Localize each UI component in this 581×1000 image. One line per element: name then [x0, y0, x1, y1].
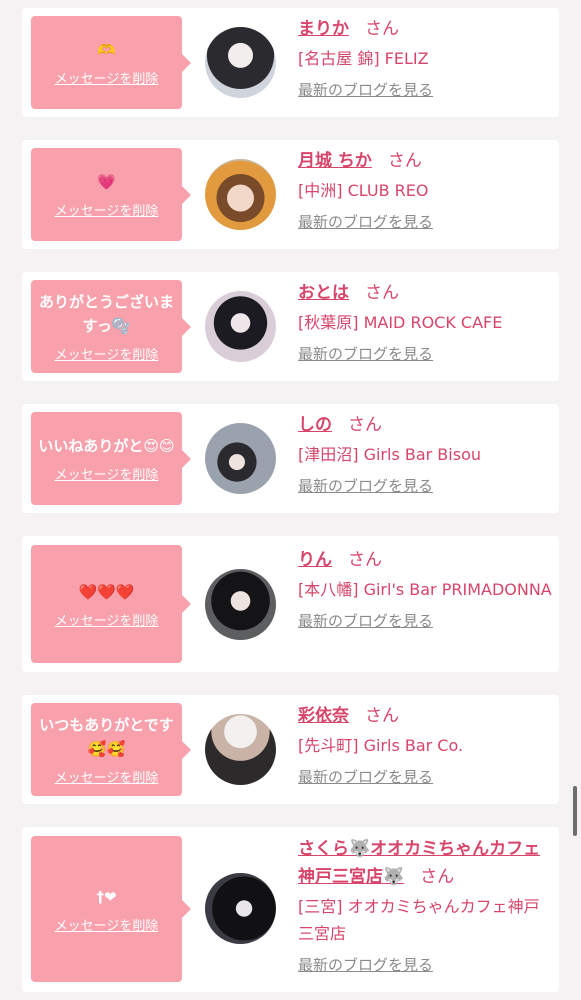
- latest-blog-link[interactable]: 最新のブログを見る: [298, 343, 554, 364]
- avatar[interactable]: [205, 714, 276, 785]
- scrollbar[interactable]: [573, 786, 577, 836]
- honorific: さん: [365, 706, 399, 726]
- message-text: 🫶: [97, 41, 116, 59]
- honorific: さん: [348, 550, 382, 570]
- message-text: †❤: [96, 887, 117, 906]
- shop-name: [三宮] オオカミちゃんカフェ神戸三宮店: [298, 897, 540, 943]
- message-text: いつもありがとです🥰🥰: [39, 716, 174, 758]
- cast-name-link[interactable]: まりか: [298, 19, 349, 39]
- latest-blog-link[interactable]: 最新のブログを見る: [298, 79, 554, 100]
- latest-blog-link[interactable]: 最新のブログを見る: [298, 610, 554, 631]
- list-item: 🫶 メッセージを削除 まりか さん [名古屋 錦] FELIZ 最新のブログを見る: [22, 8, 559, 117]
- message-text: 💗: [97, 173, 116, 191]
- cast-name-link[interactable]: しの: [298, 415, 332, 435]
- latest-blog-link[interactable]: 最新のブログを見る: [298, 766, 554, 787]
- latest-blog-link[interactable]: 最新のブログを見る: [298, 954, 554, 975]
- message-text: ありがとうございますっ🫧: [38, 293, 174, 335]
- shop-name: [名古屋 錦] FELIZ: [298, 49, 429, 68]
- cast-name-link[interactable]: 彩依奈: [298, 706, 349, 726]
- latest-blog-link[interactable]: 最新のブログを見る: [298, 211, 554, 232]
- avatar[interactable]: [205, 291, 276, 362]
- cast-name-link[interactable]: おとは: [298, 283, 349, 303]
- message-text: ❤️❤️❤️: [78, 582, 135, 601]
- message-text: いいねありがと😍😊: [38, 437, 175, 455]
- honorific: さん: [387, 151, 422, 171]
- honorific: さん: [365, 283, 399, 303]
- shop-name: [中洲] CLUB REO: [298, 181, 429, 200]
- honorific: さん: [348, 415, 382, 435]
- avatar[interactable]: [205, 569, 276, 640]
- list-item: いつもありがとです🥰🥰 メッセージを削除 彩依奈 さん [先斗町] Girls B…: [22, 695, 559, 804]
- cast-name-link[interactable]: さくら🐺オオカミちゃんカフェ神戸三宮店🐺: [298, 839, 540, 887]
- latest-blog-link[interactable]: 最新のブログを見る: [298, 475, 554, 496]
- message-bubble: 💗 メッセージを削除: [31, 148, 182, 241]
- list-item: 💗 メッセージを削除 月城 ちか さん [中洲] CLUB REO 最新のブログを…: [22, 140, 559, 249]
- avatar[interactable]: [205, 423, 276, 494]
- shop-name: [先斗町] Girls Bar Co.: [298, 736, 464, 755]
- delete-message-link[interactable]: メッセージを削除: [55, 200, 159, 219]
- honorific: さん: [420, 867, 455, 887]
- avatar[interactable]: [205, 27, 276, 98]
- list-item: ❤️❤️❤️ メッセージを削除 りん さん [本八幡] Girl's Bar PR…: [22, 536, 559, 672]
- list-item: いいねありがと😍😊 メッセージを削除 しの さん [津田沼] Girls Bar …: [22, 404, 559, 513]
- shop-name: [秋葉原] MAID ROCK CAFE: [298, 313, 503, 332]
- cast-name-link[interactable]: りん: [298, 550, 332, 570]
- delete-message-link[interactable]: メッセージを削除: [55, 68, 159, 87]
- message-bubble: ありがとうございますっ🫧 メッセージを削除: [31, 280, 182, 373]
- delete-message-link[interactable]: メッセージを削除: [55, 610, 159, 629]
- message-bubble: いつもありがとです🥰🥰 メッセージを削除: [31, 703, 182, 796]
- honorific: さん: [365, 19, 399, 39]
- message-bubble: 🫶 メッセージを削除: [31, 16, 182, 109]
- delete-message-link[interactable]: メッセージを削除: [55, 915, 159, 934]
- avatar[interactable]: [205, 159, 276, 230]
- avatar[interactable]: [205, 873, 276, 944]
- message-bubble: †❤ メッセージを削除: [31, 836, 182, 982]
- shop-name: [津田沼] Girls Bar Bisou: [298, 445, 481, 464]
- list-item: ありがとうございますっ🫧 メッセージを削除 おとは さん [秋葉原] MAID R…: [22, 272, 559, 381]
- delete-message-link[interactable]: メッセージを削除: [55, 344, 159, 363]
- delete-message-link[interactable]: メッセージを削除: [55, 767, 159, 786]
- cast-name-link[interactable]: 月城 ちか: [298, 151, 372, 171]
- message-bubble: いいねありがと😍😊 メッセージを削除: [31, 412, 182, 505]
- list-item: †❤ メッセージを削除 さくら🐺オオカミちゃんカフェ神戸三宮店🐺 さん [三宮] …: [22, 827, 559, 992]
- delete-message-link[interactable]: メッセージを削除: [55, 464, 159, 483]
- message-bubble: ❤️❤️❤️ メッセージを削除: [31, 545, 182, 663]
- shop-name: [本八幡] Girl's Bar PRIMADONNA: [298, 580, 552, 599]
